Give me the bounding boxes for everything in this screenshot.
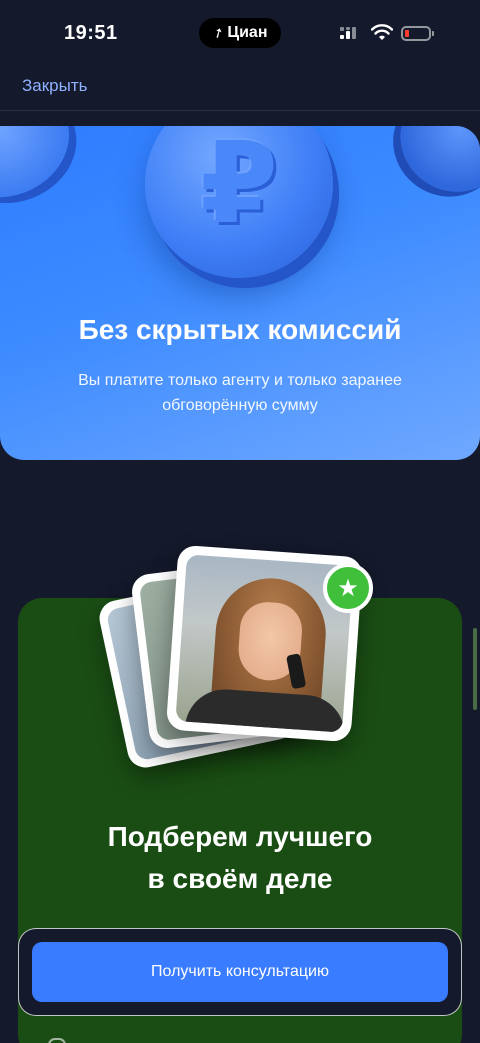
coin-decoration-left [0, 126, 85, 215]
star-icon: ★ [323, 563, 373, 613]
ruble-sign: ₽ [200, 126, 278, 246]
close-button[interactable]: Закрыть [22, 76, 87, 96]
card-title: Без скрытых комиссий [78, 314, 402, 345]
card-description: Вы платите только агенту и только заране… [78, 372, 402, 414]
back-to-app-pill[interactable]: ➚ Циан [199, 18, 281, 48]
status-bar: 19:51 ➚ Циан [0, 0, 480, 68]
agent-title-line-2: в своём деле [147, 863, 333, 894]
back-arrow-icon: ➚ [209, 23, 227, 42]
partial-icon-below [48, 1038, 66, 1043]
top-nav: Закрыть [0, 68, 480, 111]
coin-decoration-right [381, 126, 480, 212]
agent-title-line-1: Подберем лучшего [107, 821, 373, 852]
get-consultation-button[interactable]: Получить консультацию [32, 942, 448, 1002]
battery-level [405, 30, 409, 37]
battery-icon [401, 26, 434, 41]
wifi-icon [371, 24, 393, 40]
scrollbar[interactable] [473, 628, 477, 710]
back-to-app-label: Циан [227, 24, 268, 41]
status-time: 19:51 [64, 22, 118, 44]
agent-card-title: Подберем лучшего в своём деле [18, 816, 462, 900]
ruble-coin-icon: ₽ [145, 126, 333, 278]
no-hidden-fees-card: ₽ Без скрытых комиссий Вы платите только… [0, 126, 480, 460]
signal-icon [340, 27, 362, 43]
screen: 19:51 ➚ Циан Закрыть ₽ Без скрытых комис… [0, 0, 480, 1043]
cta-container: Получить консультацию [18, 928, 462, 1016]
